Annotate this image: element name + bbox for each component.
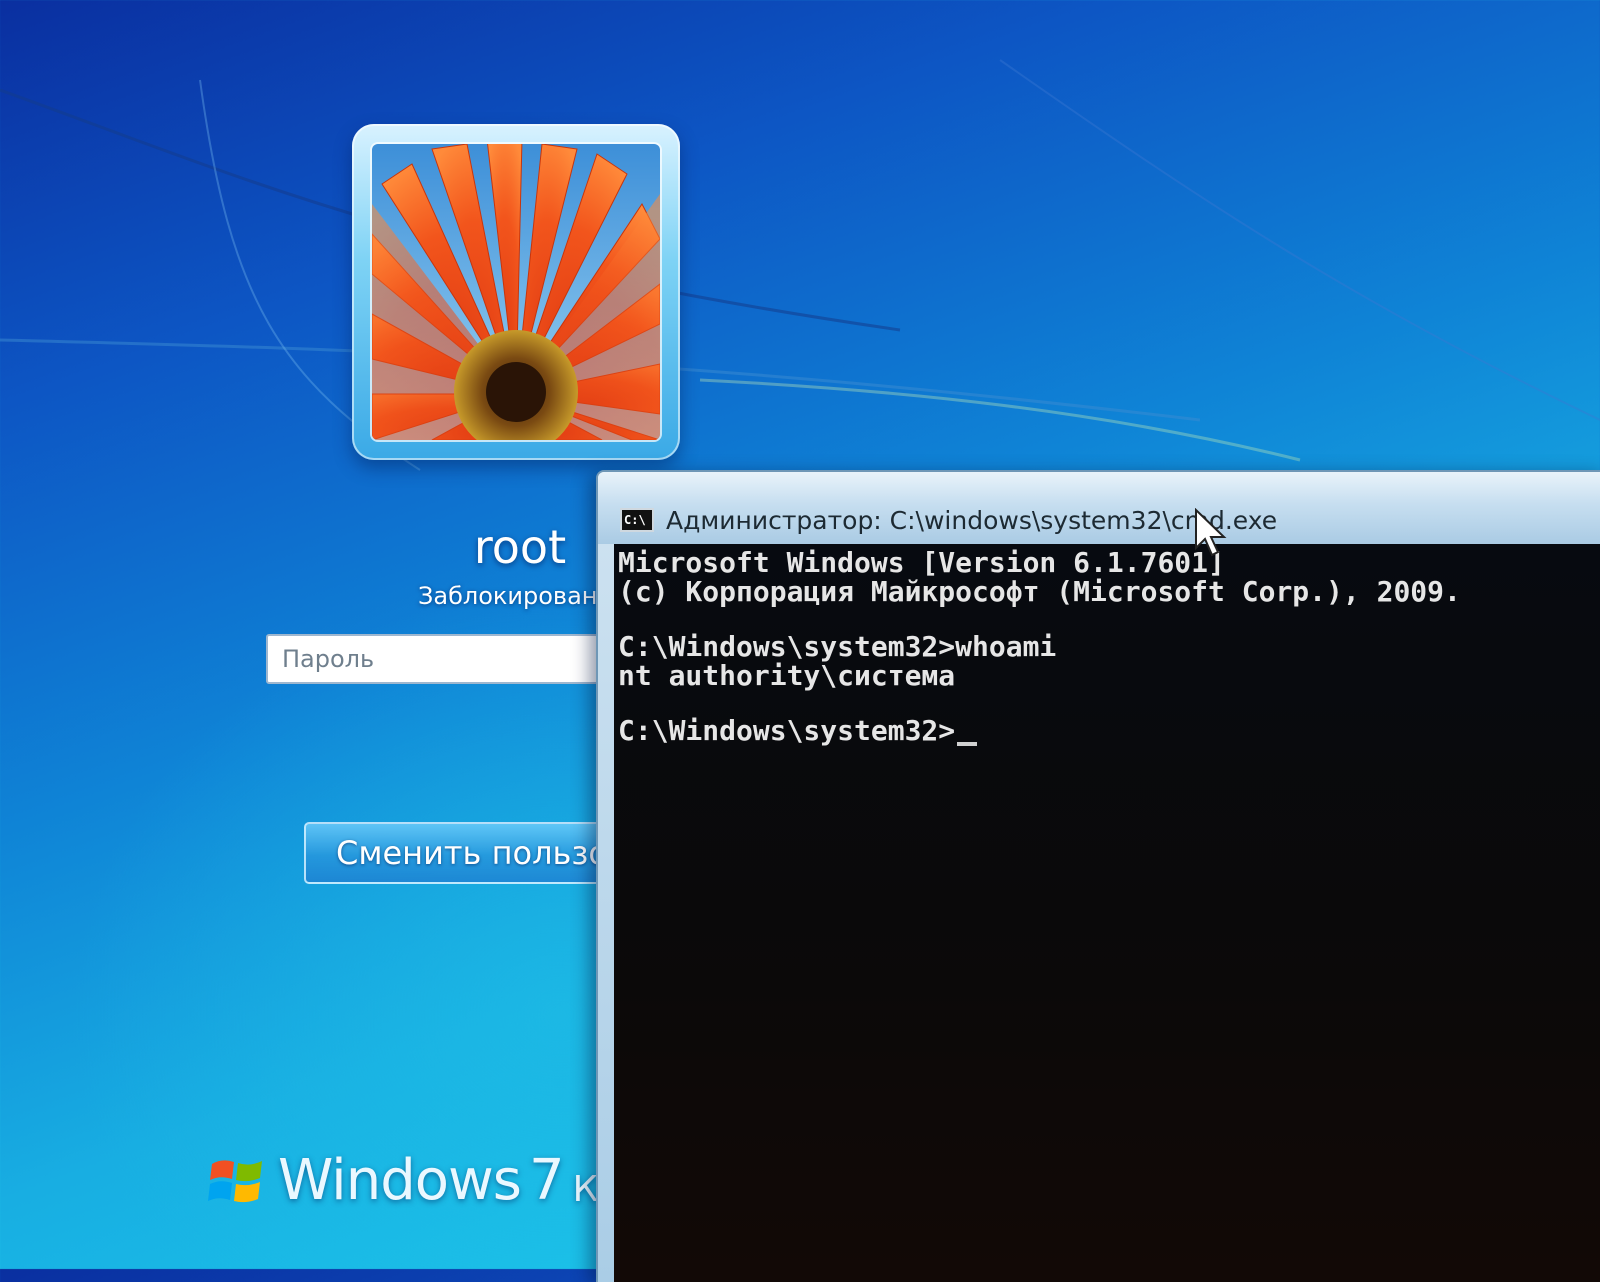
user-avatar-frame (352, 124, 680, 460)
text-cursor (957, 742, 978, 746)
flower-avatar-image (372, 144, 660, 440)
cmd-console[interactable]: Microsoft Windows [Version 6.1.7601] (c)… (614, 544, 1600, 1282)
windows-logo-icon (208, 1160, 262, 1203)
windows-version: 7 (528, 1147, 565, 1213)
mouse-pointer-icon (1195, 508, 1227, 557)
password-input[interactable] (266, 634, 626, 684)
console-line: Microsoft Windows [Version 6.1.7601] (618, 546, 1225, 579)
account-status-label: Заблокирован (418, 582, 598, 610)
cmd-window[interactable]: C:\ Администратор: C:\windows\system32\c… (596, 470, 1600, 1282)
username-label: root (473, 520, 567, 574)
windows-branding: Windows 7 Кор (208, 1140, 643, 1220)
console-prompt-line[interactable]: C:\Windows\system32> (618, 714, 1600, 747)
cmd-titlebar[interactable]: C:\ Администратор: C:\windows\system32\c… (598, 472, 1600, 544)
console-line: nt authority\система (618, 659, 956, 692)
console-prompt: C:\Windows\system32> (618, 714, 956, 747)
cmd-icon[interactable]: C:\ (620, 508, 654, 532)
console-line: (c) Корпорация Майкрософт (Microsoft Cor… (618, 575, 1461, 608)
cmd-window-title: Администратор: C:\windows\system32\cmd.e… (666, 505, 1278, 535)
windows-wordmark: Windows (278, 1147, 522, 1213)
user-avatar (372, 144, 660, 440)
switch-user-button[interactable]: Сменить пользо (304, 822, 644, 884)
console-line: C:\Windows\system32>whoami (618, 630, 1057, 663)
